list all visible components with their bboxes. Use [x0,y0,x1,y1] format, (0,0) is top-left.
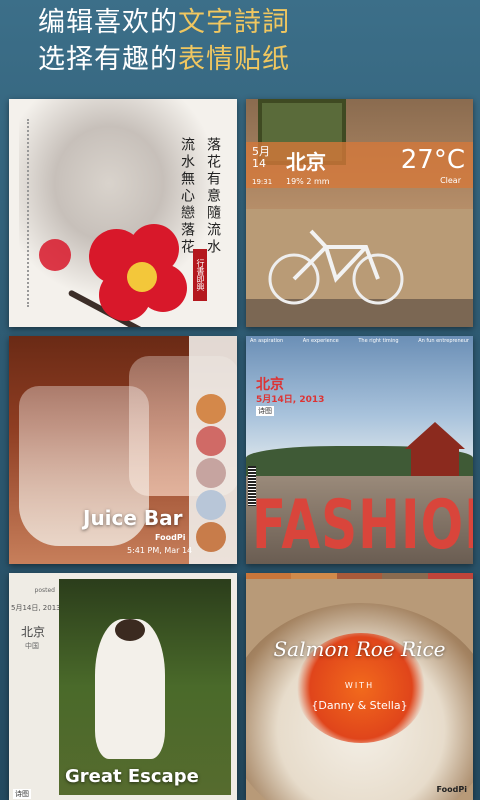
seal-stamp: 行書即興 [193,249,207,301]
sample-card-salmon-roe-rice[interactable]: Salmon Roe Rice WITH {Danny & Stella} Fo… [246,573,473,800]
foodpi-logo: FoodPi [436,785,467,794]
strip-swatch [382,573,428,579]
headline-line-1: 编辑喜欢的文字詩詞 [38,4,458,41]
strip-swatch [427,573,473,579]
weather-temperature: 27°C [400,145,465,175]
top-labels: An aspiration An experience The right ti… [250,338,469,344]
sample-card-fashion[interactable]: An aspiration An experience The right ti… [246,336,473,564]
top-label: An aspiration [250,338,284,344]
poem-text: 落花有意隨流水 流水無心戀落花 [177,137,223,256]
posted-label: posted [34,587,55,594]
palette-swatch [196,458,226,488]
fashion-headline: FASHION [252,486,473,564]
book-binding [27,119,35,307]
posted-date: 5月14日, 2013 [11,604,61,612]
weather-condition: Clear [440,176,461,185]
palace-tower [405,422,465,476]
strip-swatch [246,573,292,579]
fashion-city: 北京 [256,377,284,393]
sample-card-beijing-weather[interactable]: 5月 14 19:31 北京 19% 2 mm 27°C Clear [246,99,473,327]
poem-column-1: 落花有意隨流水 [205,137,221,256]
app-tag: 诗图 [256,406,274,416]
promo-headline: 编辑喜欢的文字詩詞 选择有趣的表情贴纸 [38,4,458,78]
sample-card-flower-poem[interactable]: 落花有意隨流水 流水無心戀落花 行書即興 [9,99,237,327]
headline-line-2-prefix: 选择有趣的 [38,44,178,75]
flower-stamen [127,262,157,292]
timestamp: 5:41 PM, Mar 14 [127,546,193,555]
weather-bar: 5月 14 19:31 北京 19% 2 mm 27°C Clear [246,142,473,188]
with-label: WITH [344,681,375,690]
foodpi-logo: FoodPi [155,533,186,542]
strip-swatch [291,573,337,579]
fashion-date: 5月14日, 2013 [256,395,325,405]
palette-swatch [196,426,226,456]
poem-column-2: 流水無心戀落花 [179,137,195,256]
top-label: An experience [302,338,339,344]
weather-date: 5月 14 [252,145,270,170]
cat-photo [59,579,231,795]
app-tag: 诗图 [13,789,31,799]
weather-city: 北京 [286,150,326,174]
names-label: {Danny & Stella} [311,699,408,712]
weather-time: 19:31 [252,178,273,186]
cat-patch [115,619,145,641]
great-escape-title: Great Escape [65,766,199,787]
posted-city: 北京 [21,625,46,639]
sample-card-juice-bar[interactable]: Juice Bar FoodPi 5:41 PM, Mar 14 [9,336,237,564]
top-label: An fun entrepreneur [418,338,469,344]
color-strip [246,573,473,579]
posted-country: 中国 [25,642,39,650]
headline-line-2: 选择有趣的表情贴纸 [38,41,458,78]
palette-swatch [196,522,226,552]
petal-bud [39,239,71,271]
strip-swatch [336,573,383,579]
juice-bar-title: Juice Bar [83,506,183,530]
salmon-roe-title: Salmon Roe Rice [273,637,446,661]
palette-swatch [196,394,226,424]
sample-card-great-escape[interactable]: posted 5月14日, 2013 北京 中国 Great Escape 诗图 [9,573,237,800]
top-label: The right timing [358,338,399,344]
bicycle-image [268,229,404,305]
palette-swatch [196,490,226,520]
headline-line-2-accent: 表情贴纸 [178,44,290,75]
headline-line-1-prefix: 编辑喜欢的 [38,7,178,38]
headline-line-1-accent: 文字詩詞 [178,7,290,38]
weather-meta: 19% 2 mm [286,177,330,186]
